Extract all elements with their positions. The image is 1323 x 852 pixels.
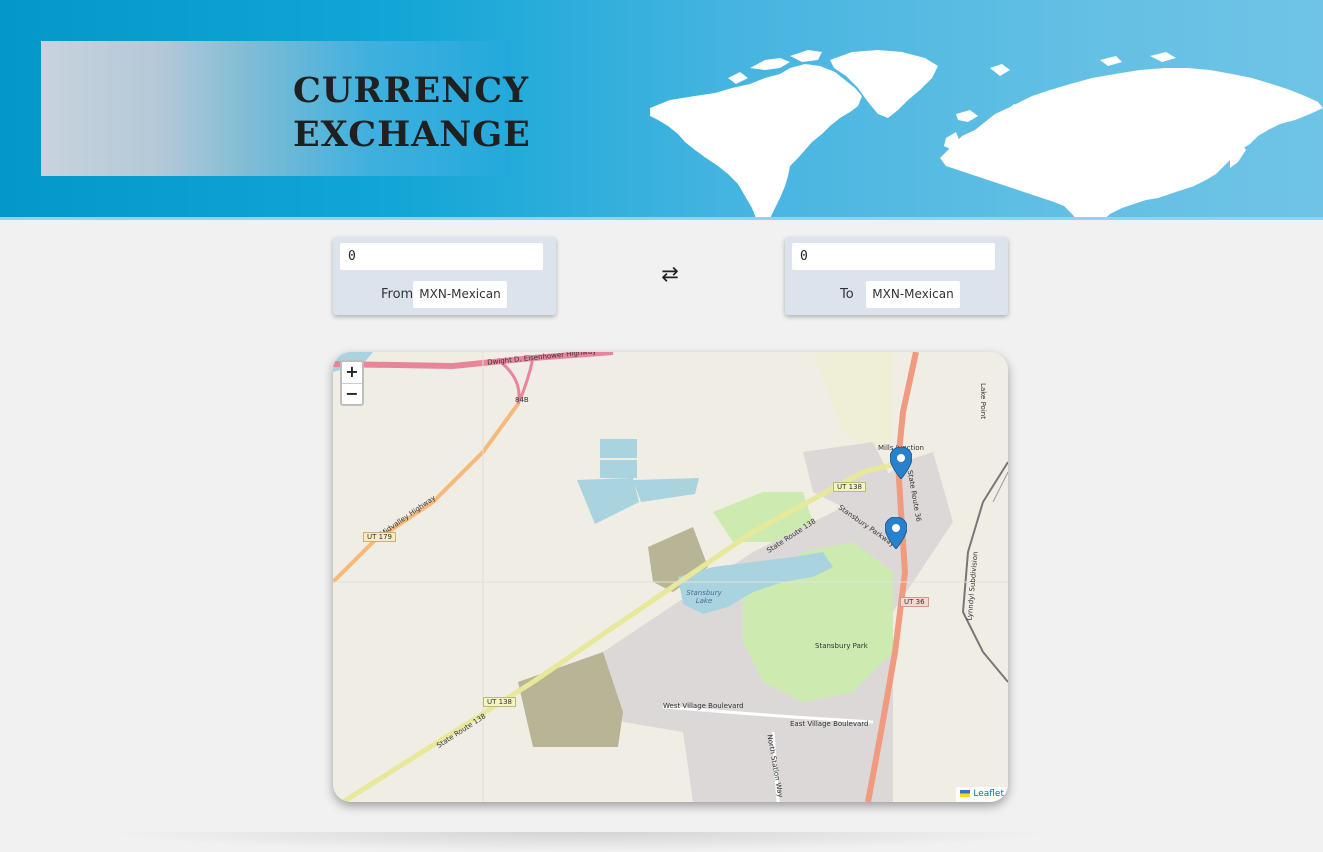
map-label-east-village: East Village Boulevard [790,720,869,728]
map-label-ut36: UT 36 [900,597,929,607]
to-panel: To MXN-Mexican [785,237,1008,315]
swap-arrows-icon[interactable]: ⇄ [658,262,682,286]
map-tiles [333,352,1008,802]
map-label-lake: Stansbury Lake [686,589,722,605]
map-marker-icon[interactable] [885,517,907,549]
zoom-out-button[interactable]: − [342,384,362,405]
ukraine-flag-icon [960,790,971,797]
map-label-ut138-b: UT 138 [483,697,516,707]
from-panel: From MXN-Mexican [333,237,556,315]
title-line-1: CURRENCY [293,70,530,111]
map-view[interactable]: Dwight D. Eisenhower Highway 84B Midvall… [333,352,1008,802]
map-label-exit: 84B [515,396,529,404]
title-line-2: EXCHANGE [293,114,531,155]
title-box: CURRENCY EXCHANGE [41,41,530,176]
footer-shadow [100,832,1060,852]
from-amount-input[interactable] [340,243,543,270]
to-amount-input[interactable] [792,243,995,270]
from-label: From [381,287,414,302]
world-map-graphic [650,50,1323,217]
map-label-west-village: West Village Boulevard [663,702,744,710]
header-banner: CURRENCY EXCHANGE [0,0,1323,220]
map-label-ut179: UT 179 [363,532,396,542]
map-label-lake-point: Lake Point [978,383,987,419]
map-attribution[interactable]: Leaflet [956,787,1008,802]
map-label-ut138-a: UT 138 [833,482,866,492]
zoom-in-button[interactable]: + [342,362,362,384]
map-marker-icon[interactable] [890,447,912,479]
from-currency-select[interactable]: MXN-Mexican [413,281,507,308]
zoom-control: + − [340,360,364,406]
map-label-park: Stansbury Park [815,642,868,650]
to-currency-select[interactable]: MXN-Mexican [866,281,960,308]
attribution-link[interactable]: Leaflet [973,789,1004,799]
page-title: CURRENCY EXCHANGE [293,69,531,157]
to-label: To [840,287,854,302]
